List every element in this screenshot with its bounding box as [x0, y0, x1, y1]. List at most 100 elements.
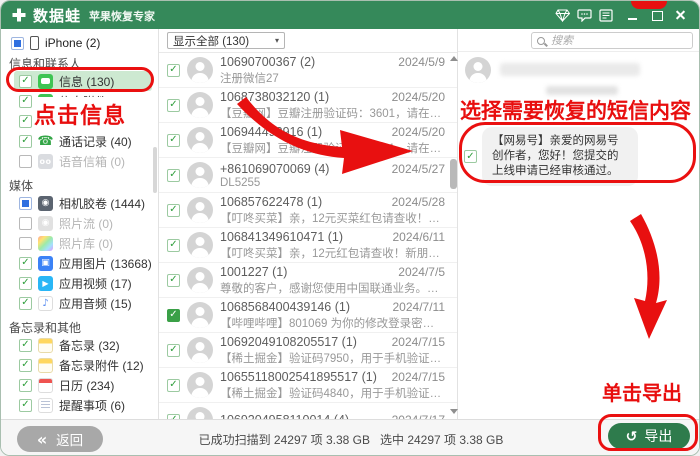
checkbox[interactable] — [11, 37, 24, 50]
search-icon — [537, 37, 545, 45]
avatar — [465, 57, 491, 83]
checkbox[interactable] — [167, 344, 180, 357]
search-box[interactable] — [531, 32, 693, 49]
sidebar-item-app-audio[interactable]: 应用音频 (15) — [1, 293, 158, 313]
sidebar-device-iphone[interactable]: iPhone (2) — [1, 33, 158, 53]
sidebar-item-label: 联系人 — [59, 113, 95, 130]
checkbox[interactable] — [19, 379, 32, 392]
sidebar-item-message[interactable]: 信息 (130) — [14, 71, 152, 91]
message-row[interactable]: 106857622478 (1) 2024/5/28【叮咚买菜】亲，12元买菜红包… — [159, 193, 457, 228]
message-row[interactable]: 106944492916 (1)2024/5/20【豆瓣网】豆瓣注册验证码：36… — [159, 123, 457, 158]
sidebar-item-photo-stream[interactable]: 照片流 (0) — [1, 213, 158, 233]
message-row[interactable]: 1068738032120 (1)2024/5/20【豆瓣网】豆瓣注册验证码：3… — [159, 88, 457, 123]
checkbox[interactable] — [167, 379, 180, 392]
message-row[interactable]: 10692049108205517 (1)2024/7/15【稀土掘金】验证码7… — [159, 333, 457, 368]
call-log-icon — [38, 134, 53, 149]
sidebar-item-photo-library[interactable]: 照片库 (0) — [1, 233, 158, 253]
message-preview-text: 【豆瓣网】豆瓣注册验证码：3641，请在20分钟内使用... — [220, 140, 445, 156]
scroll-up-arrow-icon[interactable] — [450, 56, 458, 61]
message-preview-row[interactable]: 【网易号】亲爱的网易号创作者，您好！您提交的上线申请已经审核通过。 — [464, 127, 638, 186]
close-button[interactable] — [669, 6, 693, 24]
feedback-form-icon[interactable] — [595, 6, 617, 24]
checkbox[interactable] — [19, 95, 32, 108]
sidebar-item-app-photos[interactable]: 应用图片 (13668) — [1, 253, 158, 273]
checkbox[interactable] — [19, 257, 32, 270]
message-date: 2024/7/11 — [387, 300, 446, 314]
export-button-label: 导出 — [644, 426, 672, 446]
avatar — [187, 232, 213, 258]
export-arrow-icon — [626, 428, 638, 445]
message-sender-number: 10692049108205517 (1) — [220, 335, 357, 349]
footer: 已成功扫描到 24297 项 3.38 GB 选中 24297 项 3.38 G… — [1, 419, 700, 456]
sidebar-scrollbar-thumb[interactable] — [153, 147, 157, 193]
sidebar-item-label: 照片库 (0) — [59, 235, 113, 252]
checkbox[interactable] — [19, 237, 32, 250]
checkbox[interactable] — [167, 204, 180, 217]
sidebar-item-reminders[interactable]: 提醒事项 (6) — [1, 395, 158, 415]
message-preview-text: 【稀土掘金】验证码4840，用于手机验证码登录，5分... — [220, 385, 445, 401]
message-attachment-icon — [38, 94, 53, 109]
checkbox[interactable] — [19, 277, 32, 290]
checkbox[interactable] — [167, 134, 180, 147]
message-row[interactable]: 1069204958110014 (4)2024/7/17 — [159, 403, 457, 419]
sidebar-item-camera-roll[interactable]: 相机胶卷 (1444) — [1, 193, 158, 213]
checkbox[interactable] — [19, 75, 32, 88]
sidebar-item-label: 语音信箱 (0) — [59, 153, 125, 170]
photo-library-icon — [38, 236, 53, 251]
checkbox[interactable] — [19, 115, 32, 128]
search-input[interactable] — [549, 34, 687, 48]
checkbox[interactable] — [19, 399, 32, 412]
export-button[interactable]: 导出 — [608, 423, 690, 449]
checkbox[interactable] — [19, 135, 32, 148]
message-row[interactable]: 106841349610471 (1)2024/6/11【叮咚买菜】亲，12元红… — [159, 228, 457, 263]
sidebar-item-notes-attachment[interactable]: 备忘录附件 (12) — [1, 355, 158, 375]
message-row[interactable]: 1001227 (1)2024/7/5尊敬的客户，感谢您使用中国联通业务。请用1… — [159, 263, 457, 298]
checkbox[interactable] — [167, 239, 180, 252]
sidebar-item-app-videos[interactable]: 应用视频 (17) — [1, 273, 158, 293]
app-videos-icon — [38, 276, 53, 291]
scroll-down-arrow-icon[interactable] — [450, 409, 458, 414]
app-audio-icon — [38, 296, 53, 311]
checkbox[interactable] — [19, 217, 32, 230]
sidebar-section-header: 备忘录和其他 — [1, 319, 158, 333]
back-button[interactable]: 返回 — [17, 426, 103, 452]
checkbox[interactable] — [19, 197, 32, 210]
message-preview-text: 【叮咚买菜】亲，12元买菜红包请查收！新朋友专属福... — [220, 210, 445, 226]
avatar — [187, 337, 213, 363]
contacts-icon — [38, 114, 53, 129]
checkbox[interactable] — [167, 64, 180, 77]
filter-dropdown[interactable]: 显示全部 (130) ▾ — [167, 32, 285, 49]
checkbox[interactable] — [19, 359, 32, 372]
checkbox[interactable] — [167, 169, 180, 182]
checkbox[interactable] — [464, 150, 477, 163]
chat-support-icon[interactable] — [573, 6, 595, 24]
checkbox[interactable] — [167, 309, 180, 322]
message-list-scrollbar-thumb[interactable] — [450, 159, 457, 189]
message-row[interactable]: +861069070069 (4)2024/5/27DL5255 — [159, 158, 457, 193]
message-row[interactable]: 1068568400439146 (1)2024/7/11【哔哩哔哩】80106… — [159, 298, 457, 333]
message-preview-text: DL5255 — [220, 177, 445, 189]
message-row[interactable]: 10655118002541895517 (1)2024/7/15【稀土掘金】验… — [159, 368, 457, 403]
sidebar-item-voicemail[interactable]: 语音信箱 (0) — [1, 151, 158, 171]
sidebar-section-header: 信息和联系人 — [1, 55, 158, 69]
sidebar-item-contacts[interactable]: 联系人 — [1, 111, 158, 131]
sidebar-item-label: 应用音频 (15) — [59, 295, 132, 312]
message-date: 2024/5/28 — [386, 195, 445, 209]
checkbox[interactable] — [19, 155, 32, 168]
sidebar-item-notes[interactable]: 备忘录 (32) — [1, 335, 158, 355]
checkbox[interactable] — [167, 99, 180, 112]
vip-gem-icon[interactable] — [551, 6, 573, 24]
sidebar-item-message-attachment[interactable]: 信息附件 (2) — [1, 91, 158, 111]
message-row[interactable]: 10690700367 (2)2024/5/9注册微信27 — [159, 53, 457, 88]
avatar — [187, 302, 213, 328]
sidebar-item-call-log[interactable]: 通话记录 (40) — [1, 131, 158, 151]
sidebar-item-label: 信息附件 (2) — [59, 93, 125, 110]
checkbox[interactable] — [19, 297, 32, 310]
message-sender-number: 106841349610471 (1) — [220, 230, 343, 244]
checkbox[interactable] — [167, 274, 180, 287]
sidebar-item-label: 备忘录 (32) — [59, 337, 120, 354]
sidebar-device-label: iPhone (2) — [45, 36, 100, 50]
sidebar-item-calendar[interactable]: 日历 (234) — [1, 375, 158, 395]
checkbox[interactable] — [19, 339, 32, 352]
message-sender-number: 106857622478 (1) — [220, 195, 322, 209]
